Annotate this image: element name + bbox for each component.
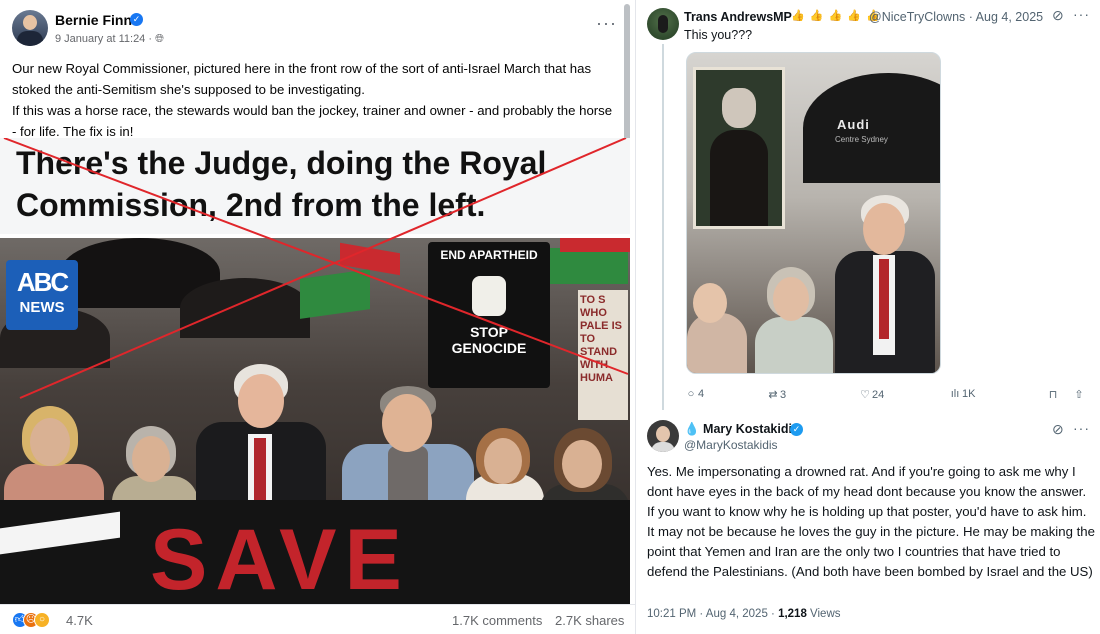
like-count: 24: [872, 389, 885, 401]
thread-line: [662, 44, 664, 410]
sign-bottom-text: STOP GENOCIDE: [451, 324, 527, 356]
umbrella-shape: [180, 278, 310, 338]
verified-badge-icon: ✓: [790, 423, 803, 436]
fist-icon: [472, 276, 506, 316]
abc-news-logo: ABC NEWS: [6, 260, 78, 330]
tweet1-actions: ○ 4 ⇄ 3 ♡ 24 ılı 1K ⊓ ⇧: [684, 388, 1094, 404]
held-portrait: [693, 67, 785, 229]
umbrella-shape: [803, 73, 940, 183]
reply-count: 4: [698, 388, 705, 400]
repost-button[interactable]: ⇄ 3: [766, 388, 786, 401]
wow-reaction-icon: ○: [34, 612, 50, 628]
bar-chart-icon: ılı: [950, 388, 960, 400]
protest-poster: TO S WHO PALE IS TO STAND WITH HUMA: [578, 290, 628, 420]
flag-shape: [340, 242, 400, 276]
reply-button[interactable]: ○ 4: [684, 388, 704, 400]
post-meta: 9 January at 11:24 · 🌐︎: [55, 33, 164, 46]
flag-shape: [560, 238, 630, 252]
like-button[interactable]: ♡ 24: [858, 388, 884, 401]
post-image[interactable]: There's the Judge, doing the Royal Commi…: [0, 138, 630, 604]
verified-badge-icon: ✓: [130, 13, 143, 26]
image-caption: There's the Judge, doing the Royal Commi…: [16, 145, 547, 223]
umbrella-sub-text: Centre Sydney: [835, 135, 888, 144]
bookmark-button[interactable]: ⊓: [1046, 388, 1060, 401]
abc-logo-mark: ABC: [16, 267, 69, 297]
abc-logo-label: NEWS: [19, 299, 65, 316]
tweet2-views-count: 1,218: [778, 608, 807, 620]
post-paragraph: If this was a horse race, the stewards w…: [12, 103, 613, 139]
comments-count[interactable]: 1.7K comments: [452, 613, 542, 628]
tweet2-time[interactable]: 10:21 PM · Aug 4, 2025 ·: [647, 608, 778, 620]
shares-count[interactable]: 2.7K shares: [555, 613, 624, 628]
heart-icon: ♡: [860, 389, 870, 401]
tweet2-handle[interactable]: @MaryKostakidis: [684, 438, 778, 452]
post-header: Bernie Finn ✓ 9 January at 11:24 · 🌐︎ ··…: [0, 0, 636, 56]
tweet1-handle-time[interactable]: @NiceTryClowns · Aug 4, 2025: [869, 10, 1043, 24]
tweet2-author-name[interactable]: 💧 Mary Kostakidis: [684, 422, 799, 437]
post-text: Our new Royal Commissioner, pictured her…: [12, 58, 618, 142]
thumbs-up-emojis: 👍 👍 👍 👍 👍: [791, 10, 881, 22]
more-options-icon[interactable]: ···: [596, 14, 617, 32]
author-avatar[interactable]: [12, 10, 48, 46]
twitter-thread: Trans AndrewsMP 👍 👍 👍 👍 👍 @NiceTryClowns…: [637, 0, 1100, 634]
grok-icon[interactable]: ⊘: [1052, 7, 1064, 24]
tweet2-avatar[interactable]: [647, 420, 679, 452]
umbrella-logo-text: Audi: [837, 117, 870, 132]
repost-count: 3: [780, 389, 787, 401]
facebook-post: Bernie Finn ✓ 9 January at 11:24 · 🌐︎ ··…: [0, 0, 636, 634]
flag-shape: [548, 248, 628, 284]
flag-shape: [300, 269, 370, 319]
bookmark-icon: ⊓: [1048, 389, 1058, 401]
tweet2-meta: 10:21 PM · Aug 4, 2025 · 1,218 Views: [647, 608, 841, 620]
author-name[interactable]: Bernie Finn: [55, 12, 132, 28]
reaction-count[interactable]: 4.7K: [66, 613, 93, 628]
grok-icon[interactable]: ⊘: [1052, 421, 1064, 438]
tweet1-author-name[interactable]: Trans AndrewsMP: [684, 10, 792, 24]
meta-separator: ·: [148, 33, 153, 45]
views-button[interactable]: ılı 1K: [948, 388, 976, 400]
banner-text: SAVE: [150, 512, 410, 604]
image-caption-area: There's the Judge, doing the Royal Commi…: [0, 138, 630, 234]
protest-photo: ABC NEWS END APARTHEID STOP GENOCIDE TO …: [0, 238, 630, 604]
post-timestamp[interactable]: 9 January at 11:24: [55, 33, 145, 45]
reply-icon: ○: [687, 388, 695, 400]
tweet2-text: Yes. Me impersonating a drowned rat. And…: [647, 464, 1095, 579]
more-icon[interactable]: ···: [1073, 6, 1090, 22]
views-count: 1K: [962, 388, 976, 400]
tweet1-text: This you???: [684, 28, 753, 42]
tweet1-photo[interactable]: Audi Centre Sydney: [686, 52, 941, 374]
globe-icon: 🌐︎: [155, 33, 164, 45]
sign-top-text: END APARTHEID: [440, 248, 538, 262]
tweet1-avatar[interactable]: [647, 8, 679, 40]
share-icon: ⇧: [1074, 389, 1084, 401]
tweet2-views-label: Views: [806, 608, 841, 620]
protest-banner: SAVE: [0, 500, 630, 604]
protest-sign: END APARTHEID STOP GENOCIDE: [428, 242, 550, 388]
post-paragraph: Our new Royal Commissioner, pictured her…: [12, 61, 592, 97]
repost-icon: ⇄: [768, 389, 778, 401]
post-footer: 👍︎ ☹︎ ○ 4.7K 1.7K comments 2.7K shares: [0, 604, 636, 634]
more-icon[interactable]: ···: [1073, 420, 1090, 436]
share-button[interactable]: ⇧: [1072, 388, 1086, 401]
